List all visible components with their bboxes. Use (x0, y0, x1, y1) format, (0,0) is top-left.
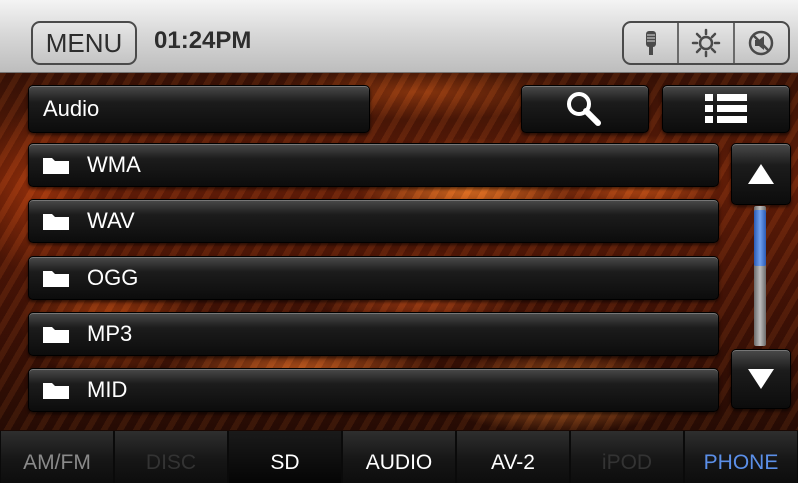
folder-icon (43, 327, 69, 343)
scroll-down-button[interactable] (731, 349, 791, 409)
list-item[interactable]: WMA (28, 143, 719, 187)
brightness-button[interactable] (677, 23, 732, 63)
list-item[interactable]: WAV (28, 199, 719, 243)
triangle-up-icon (748, 164, 774, 184)
search-button[interactable] (521, 85, 649, 133)
microphone-icon (645, 31, 656, 55)
triangle-down-icon (748, 369, 774, 389)
folder-title: Audio (28, 85, 370, 133)
tab-av-2[interactable]: AV-2 (457, 431, 569, 483)
folder-icon (43, 271, 69, 287)
list-item[interactable]: MID (28, 368, 719, 412)
list-item-label: MP3 (87, 321, 133, 346)
list-item[interactable]: MP3 (28, 312, 719, 356)
tab-disc[interactable]: DISC (115, 431, 227, 483)
list-item[interactable]: OGG (28, 256, 719, 300)
list-item-label: WAV (87, 208, 135, 233)
scrollbar-thumb[interactable] (754, 210, 766, 266)
tab-audio[interactable]: AUDIO (343, 431, 455, 483)
scrollbar[interactable] (754, 206, 766, 346)
mute-icon (749, 30, 774, 56)
top-icon-group (622, 21, 790, 65)
top-status-bar: MENU 01:24PM (0, 0, 798, 73)
search-icon (567, 92, 601, 126)
tab-phone[interactable]: PHONE (685, 431, 797, 483)
scroll-up-button[interactable] (731, 143, 791, 205)
list-item-label: MID (87, 377, 128, 402)
tab-sd[interactable]: SD (229, 431, 341, 483)
mute-button[interactable] (732, 23, 788, 63)
folder-icon (43, 214, 69, 230)
folder-icon (43, 158, 69, 174)
brightness-icon (691, 28, 721, 58)
menu-button[interactable]: MENU (31, 21, 137, 65)
source-tab-bar: AM/FM DISC SD AUDIO AV-2 iPOD PHONE (0, 431, 798, 483)
list-view-icon (705, 94, 747, 123)
list-item-label: OGG (87, 265, 139, 290)
folder-icon (43, 383, 69, 399)
tab-am-fm[interactable]: AM/FM (1, 431, 113, 483)
list-item-label: WMA (87, 152, 141, 177)
tab-ipod[interactable]: iPOD (571, 431, 683, 483)
list-view-button[interactable] (662, 85, 790, 133)
clock: 01:24PM (154, 27, 252, 54)
microphone-button[interactable] (624, 23, 677, 63)
